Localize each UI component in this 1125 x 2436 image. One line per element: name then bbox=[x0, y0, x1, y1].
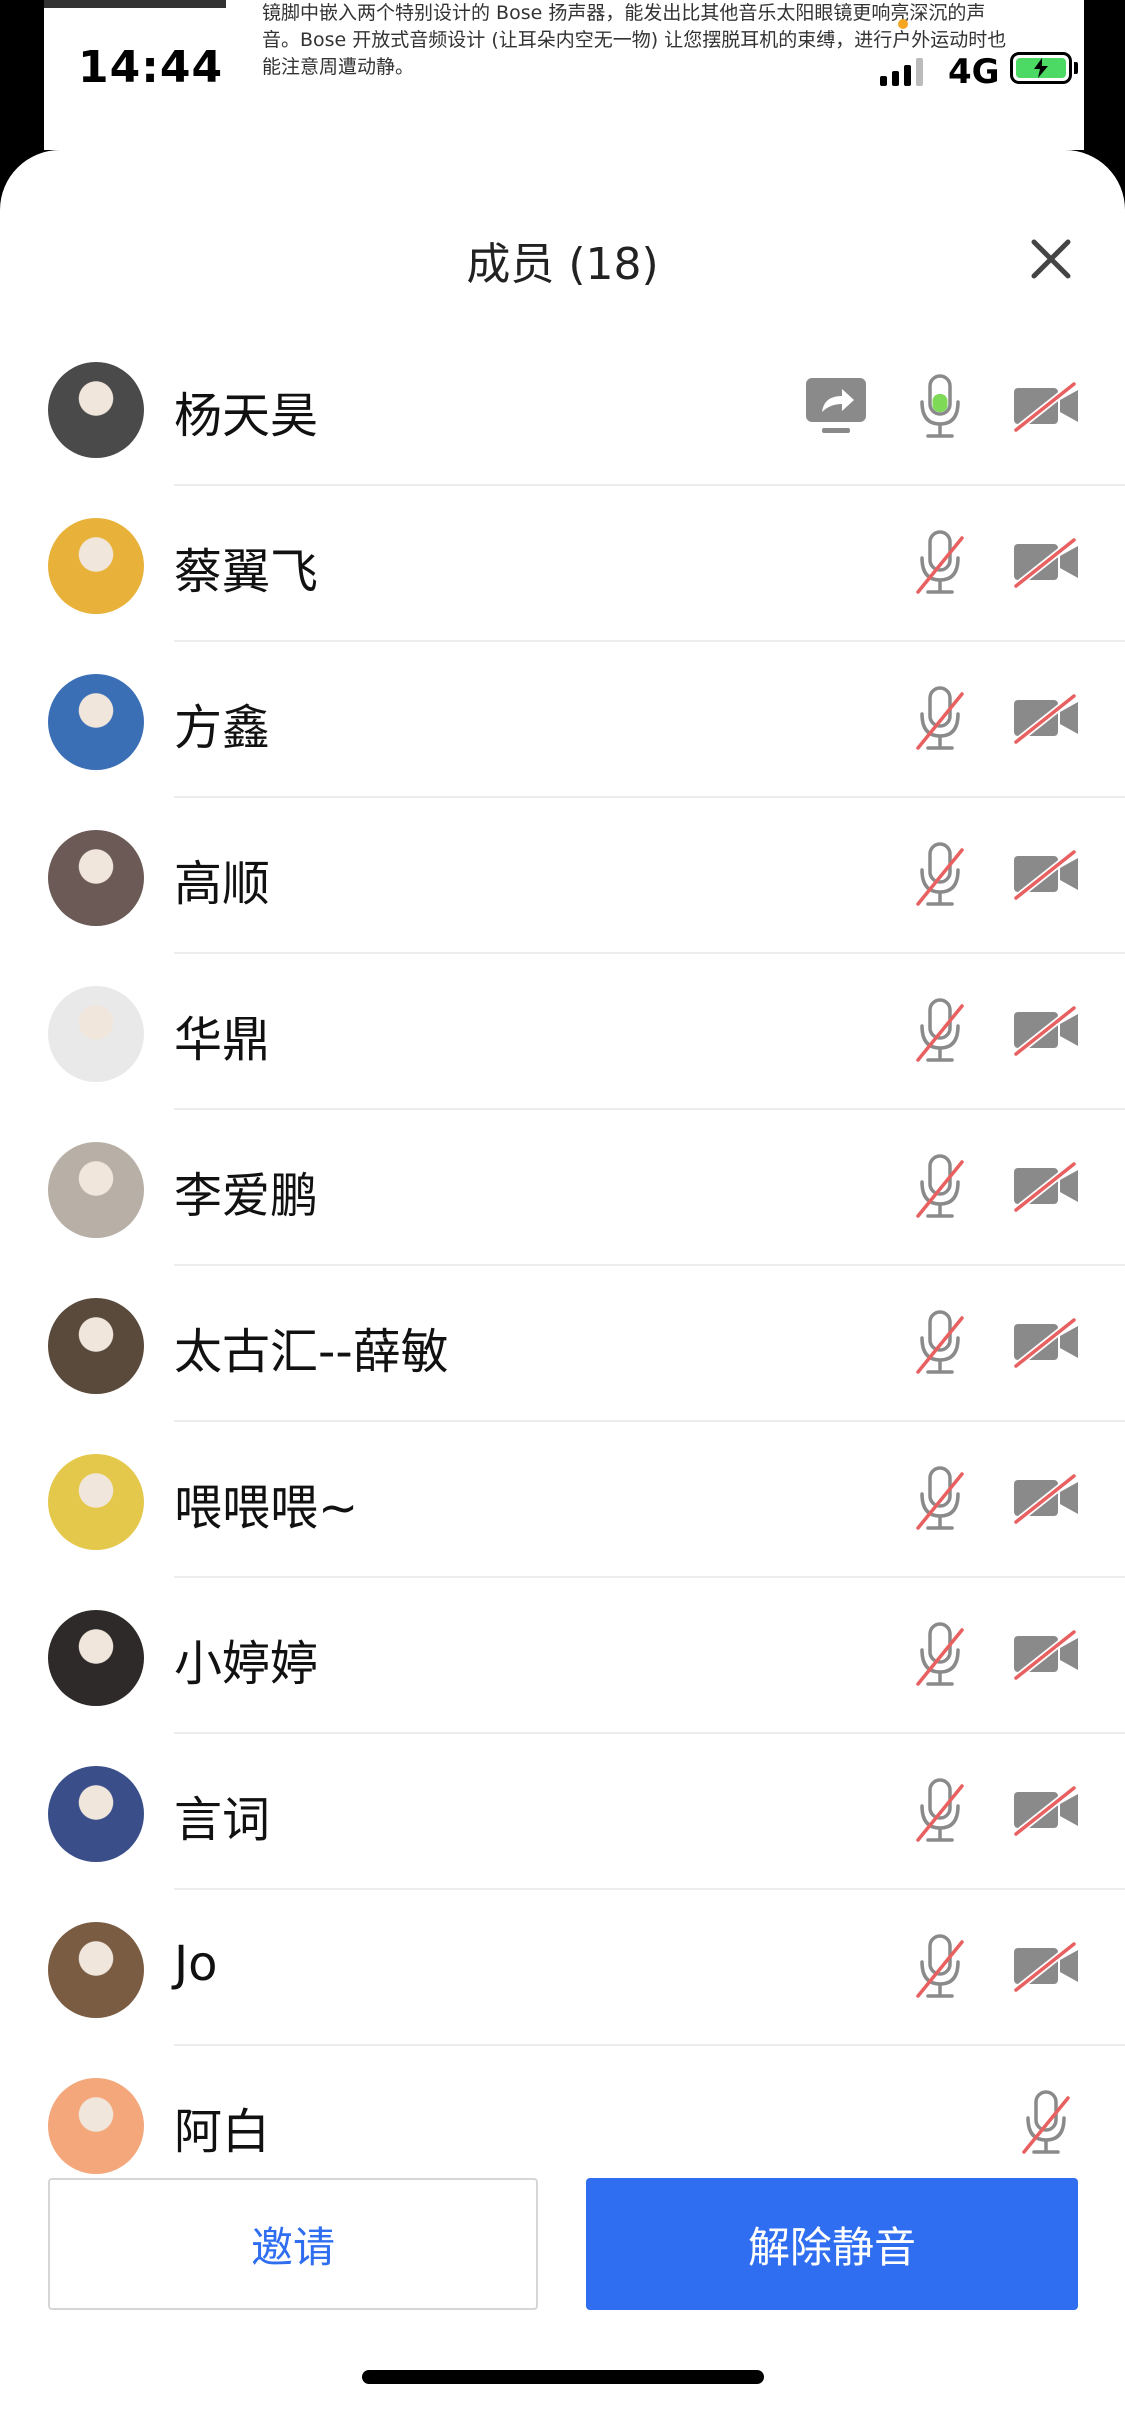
avatar bbox=[48, 986, 144, 1082]
avatar bbox=[48, 518, 144, 614]
avatar bbox=[48, 362, 144, 458]
avatar bbox=[48, 1922, 144, 2018]
avatar bbox=[48, 674, 144, 770]
invite-button[interactable]: 邀请 bbox=[48, 2178, 538, 2310]
screen-share-icon[interactable] bbox=[804, 376, 868, 436]
mic-icon[interactable] bbox=[912, 372, 968, 442]
mic-muted-icon[interactable] bbox=[1018, 2088, 1074, 2158]
member-name: 太古汇--薛敏 bbox=[174, 1324, 449, 1380]
member-name: 李爱鹏 bbox=[174, 1168, 319, 1224]
member-name: 杨天昊 bbox=[174, 388, 319, 444]
member-row[interactable]: 李爱鹏 bbox=[0, 1110, 1125, 1266]
signal-icon bbox=[880, 58, 923, 86]
camera-off-icon[interactable] bbox=[1012, 1160, 1082, 1213]
mic-muted-icon[interactable] bbox=[912, 528, 968, 598]
camera-off-icon[interactable] bbox=[1012, 1472, 1082, 1525]
member-name: 言词 bbox=[174, 1792, 271, 1848]
sheet-title: 成员 (18) bbox=[466, 239, 659, 290]
mic-muted-icon[interactable] bbox=[912, 1464, 968, 1534]
camera-off-icon[interactable] bbox=[1012, 380, 1082, 433]
camera-off-icon[interactable] bbox=[1012, 1004, 1082, 1057]
close-icon[interactable] bbox=[1026, 234, 1076, 284]
camera-off-icon[interactable] bbox=[1012, 848, 1082, 901]
battery-charging-icon bbox=[1010, 52, 1072, 84]
member-name: 阿白 bbox=[174, 2104, 271, 2160]
member-name: 高顺 bbox=[174, 856, 271, 912]
mic-muted-icon[interactable] bbox=[912, 684, 968, 754]
member-name: 小婷婷 bbox=[174, 1636, 319, 1692]
camera-off-icon[interactable] bbox=[1012, 1784, 1082, 1837]
member-row[interactable]: Jo bbox=[0, 1890, 1125, 2046]
avatar bbox=[48, 1610, 144, 1706]
mic-muted-icon[interactable] bbox=[912, 1776, 968, 1846]
member-row[interactable]: 喂喂喂~ bbox=[0, 1422, 1125, 1578]
member-row[interactable]: 蔡翼飞 bbox=[0, 486, 1125, 642]
member-row[interactable]: 杨天昊 bbox=[0, 330, 1125, 486]
member-name: 方鑫 bbox=[174, 700, 271, 756]
camera-off-icon[interactable] bbox=[1012, 1628, 1082, 1681]
background-bar bbox=[44, 0, 226, 8]
mic-muted-icon[interactable] bbox=[912, 1152, 968, 1222]
mic-muted-icon[interactable] bbox=[912, 840, 968, 910]
battery-tip bbox=[1074, 62, 1078, 74]
avatar bbox=[48, 830, 144, 926]
mic-muted-icon[interactable] bbox=[912, 1932, 968, 2002]
avatar bbox=[48, 1142, 144, 1238]
mic-muted-icon[interactable] bbox=[912, 996, 968, 1066]
unmute-button[interactable]: 解除静音 bbox=[586, 2178, 1078, 2310]
mic-muted-icon[interactable] bbox=[912, 1308, 968, 1378]
avatar bbox=[48, 1298, 144, 1394]
member-name: 喂喂喂~ bbox=[174, 1480, 359, 1536]
member-name: 蔡翼飞 bbox=[174, 544, 319, 600]
mic-muted-icon[interactable] bbox=[912, 1620, 968, 1690]
camera-off-icon[interactable] bbox=[1012, 1316, 1082, 1369]
avatar bbox=[48, 1454, 144, 1550]
avatar bbox=[48, 2078, 144, 2174]
members-sheet: 成员 (18) 杨天昊 蔡翼飞 方鑫 高顺 华鼎 李爱鹏 太古汇--薛敏 喂喂喂… bbox=[0, 150, 1125, 2436]
member-name: Jo bbox=[174, 1936, 218, 1992]
camera-off-icon[interactable] bbox=[1012, 1940, 1082, 1993]
member-row[interactable]: 华鼎 bbox=[0, 954, 1125, 1110]
member-row[interactable]: 方鑫 bbox=[0, 642, 1125, 798]
avatar bbox=[48, 1766, 144, 1862]
camera-off-icon[interactable] bbox=[1012, 536, 1082, 589]
member-row[interactable]: 高顺 bbox=[0, 798, 1125, 954]
member-list: 杨天昊 蔡翼飞 方鑫 高顺 华鼎 李爱鹏 太古汇--薛敏 喂喂喂~ 小婷婷 言词… bbox=[0, 330, 1125, 2202]
member-row[interactable]: 太古汇--薛敏 bbox=[0, 1266, 1125, 1422]
home-indicator[interactable] bbox=[362, 2370, 764, 2384]
member-name: 华鼎 bbox=[174, 1012, 271, 1068]
member-row[interactable]: 言词 bbox=[0, 1734, 1125, 1890]
status-time: 14:44 bbox=[78, 42, 224, 93]
camera-off-icon[interactable] bbox=[1012, 692, 1082, 745]
member-row[interactable]: 小婷婷 bbox=[0, 1578, 1125, 1734]
recording-indicator bbox=[898, 19, 908, 29]
network-type: 4G bbox=[948, 52, 1000, 92]
